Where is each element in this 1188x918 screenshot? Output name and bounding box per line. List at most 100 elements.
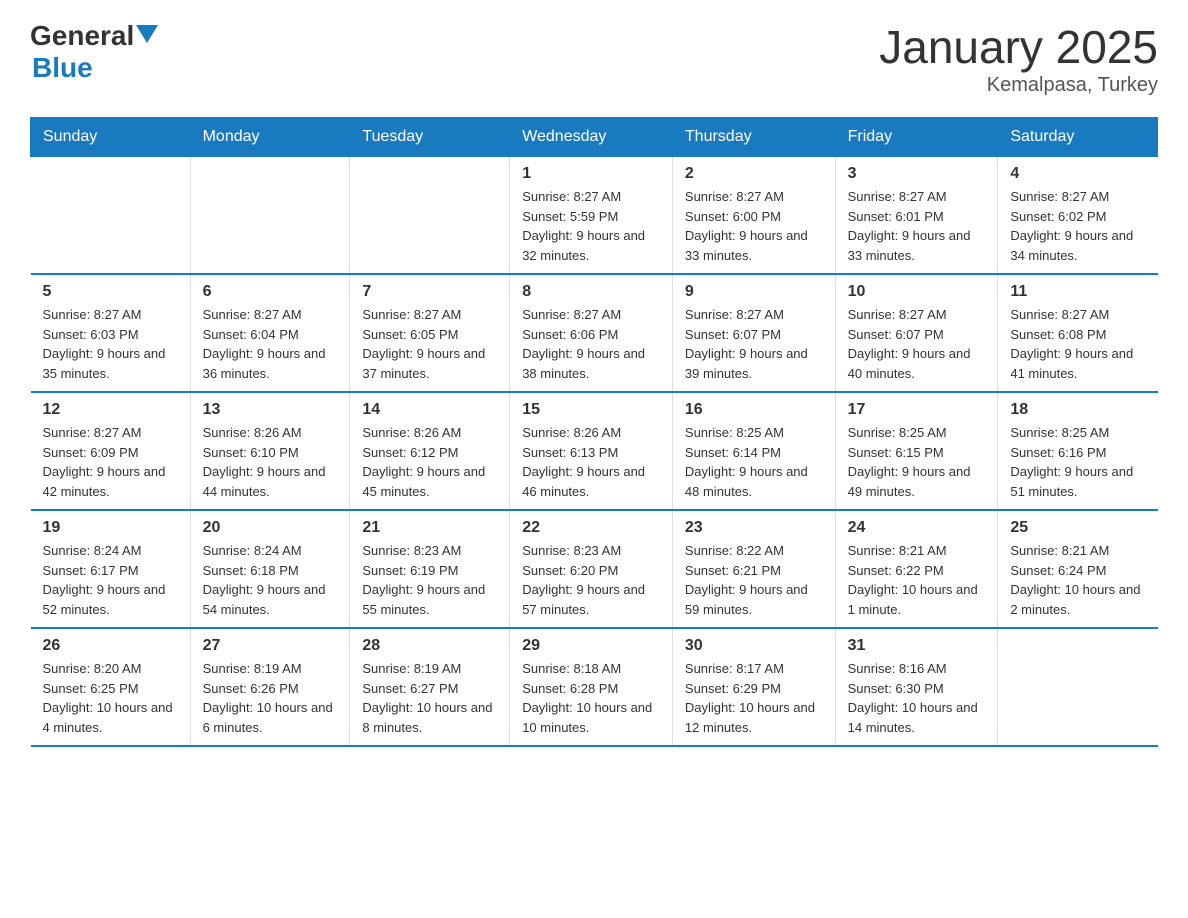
calendar-cell: 10Sunrise: 8:27 AM Sunset: 6:07 PM Dayli… — [835, 274, 998, 392]
day-info: Sunrise: 8:24 AM Sunset: 6:17 PM Dayligh… — [43, 541, 178, 619]
calendar-cell — [998, 628, 1158, 746]
day-number: 29 — [522, 637, 660, 655]
day-info: Sunrise: 8:19 AM Sunset: 6:26 PM Dayligh… — [203, 659, 338, 737]
calendar-cell — [31, 157, 191, 275]
calendar-header-day: Tuesday — [350, 118, 510, 157]
day-number: 10 — [848, 283, 986, 301]
calendar-cell: 13 Sunrise: 8:26 AM Sunset: 6:10 PM Dayli… — [190, 392, 350, 510]
day-info: Sunrise: 8:27 AM Sunset: 6:06 PM Dayligh… — [522, 305, 660, 383]
location-title: Kemalpasa, Turkey — [879, 74, 1158, 97]
logo: General Blue — [30, 20, 158, 84]
calendar-cell: 23 Sunrise: 8:22 AM Sunset: 6:21 PM Dayli… — [672, 510, 835, 628]
day-info: Sunrise: 8:27 AM Sunset: 6:07 PM Dayligh… — [685, 305, 823, 383]
day-info: Sunrise: 8:23 AM Sunset: 6:19 PM Dayligh… — [362, 541, 497, 619]
day-info: Sunrise: 8:22 AM Sunset: 6:21 PM Dayligh… — [685, 541, 823, 619]
day-number: 6 — [203, 283, 338, 301]
day-number: 9 — [685, 283, 823, 301]
day-info: Sunrise: 8:19 AM Sunset: 6:27 PM Dayligh… — [362, 659, 497, 737]
calendar-week-row: 26 Sunrise: 8:20 AM Sunset: 6:25 PM Dayli… — [31, 628, 1158, 746]
day-number: 2 — [685, 165, 823, 183]
day-number: 19 — [43, 519, 178, 537]
calendar-cell: 16Sunrise: 8:25 AM Sunset: 6:14 PM Dayli… — [672, 392, 835, 510]
calendar-cell: 8 Sunrise: 8:27 AM Sunset: 6:06 PM Daylig… — [510, 274, 673, 392]
day-info: Sunrise: 8:27 AM Sunset: 6:08 PM Dayligh… — [1010, 305, 1145, 383]
day-info: Sunrise: 8:21 AM Sunset: 6:22 PM Dayligh… — [848, 541, 986, 619]
calendar-cell: 6 Sunrise: 8:27 AM Sunset: 6:04 PM Daylig… — [190, 274, 350, 392]
calendar-header-day: Monday — [190, 118, 350, 157]
calendar-week-row: 1 Sunrise: 8:27 AM Sunset: 5:59 PM Daylig… — [31, 157, 1158, 275]
day-number: 12 — [43, 401, 178, 419]
day-number: 25 — [1010, 519, 1145, 537]
day-number: 4 — [1010, 165, 1145, 183]
day-info: Sunrise: 8:25 AM Sunset: 6:14 PM Dayligh… — [685, 423, 823, 501]
day-number: 8 — [522, 283, 660, 301]
calendar-week-row: 5Sunrise: 8:27 AM Sunset: 6:03 PM Daylig… — [31, 274, 1158, 392]
day-info: Sunrise: 8:27 AM Sunset: 6:01 PM Dayligh… — [848, 187, 986, 265]
calendar-cell: 18 Sunrise: 8:25 AM Sunset: 6:16 PM Dayli… — [998, 392, 1158, 510]
day-info: Sunrise: 8:26 AM Sunset: 6:12 PM Dayligh… — [362, 423, 497, 501]
day-info: Sunrise: 8:23 AM Sunset: 6:20 PM Dayligh… — [522, 541, 660, 619]
calendar-cell: 14 Sunrise: 8:26 AM Sunset: 6:12 PM Dayli… — [350, 392, 510, 510]
calendar-cell: 9 Sunrise: 8:27 AM Sunset: 6:07 PM Daylig… — [672, 274, 835, 392]
day-number: 22 — [522, 519, 660, 537]
calendar-cell: 15 Sunrise: 8:26 AM Sunset: 6:13 PM Dayli… — [510, 392, 673, 510]
day-info: Sunrise: 8:26 AM Sunset: 6:13 PM Dayligh… — [522, 423, 660, 501]
calendar-cell: 28Sunrise: 8:19 AM Sunset: 6:27 PM Dayli… — [350, 628, 510, 746]
day-number: 3 — [848, 165, 986, 183]
day-info: Sunrise: 8:27 AM Sunset: 6:09 PM Dayligh… — [43, 423, 178, 501]
logo-text-general: General — [30, 20, 134, 52]
day-info: Sunrise: 8:27 AM Sunset: 6:04 PM Dayligh… — [203, 305, 338, 383]
day-number: 5 — [43, 283, 178, 301]
day-number: 18 — [1010, 401, 1145, 419]
day-info: Sunrise: 8:27 AM Sunset: 6:02 PM Dayligh… — [1010, 187, 1145, 265]
calendar-cell: 26 Sunrise: 8:20 AM Sunset: 6:25 PM Dayli… — [31, 628, 191, 746]
calendar-cell: 3 Sunrise: 8:27 AM Sunset: 6:01 PM Daylig… — [835, 157, 998, 275]
day-number: 17 — [848, 401, 986, 419]
day-info: Sunrise: 8:16 AM Sunset: 6:30 PM Dayligh… — [848, 659, 986, 737]
calendar-cell — [350, 157, 510, 275]
calendar-cell — [190, 157, 350, 275]
day-info: Sunrise: 8:27 AM Sunset: 5:59 PM Dayligh… — [522, 187, 660, 265]
month-title: January 2025 — [879, 20, 1158, 74]
calendar-week-row: 12 Sunrise: 8:27 AM Sunset: 6:09 PM Dayli… — [31, 392, 1158, 510]
calendar-cell: 22 Sunrise: 8:23 AM Sunset: 6:20 PM Dayli… — [510, 510, 673, 628]
calendar-header-day: Sunday — [31, 118, 191, 157]
calendar-cell: 25 Sunrise: 8:21 AM Sunset: 6:24 PM Dayli… — [998, 510, 1158, 628]
day-info: Sunrise: 8:27 AM Sunset: 6:00 PM Dayligh… — [685, 187, 823, 265]
day-info: Sunrise: 8:26 AM Sunset: 6:10 PM Dayligh… — [203, 423, 338, 501]
day-info: Sunrise: 8:27 AM Sunset: 6:05 PM Dayligh… — [362, 305, 497, 383]
calendar-week-row: 19 Sunrise: 8:24 AM Sunset: 6:17 PM Dayli… — [31, 510, 1158, 628]
day-number: 13 — [203, 401, 338, 419]
day-number: 11 — [1010, 283, 1145, 301]
day-number: 26 — [43, 637, 178, 655]
calendar-cell: 21Sunrise: 8:23 AM Sunset: 6:19 PM Dayli… — [350, 510, 510, 628]
calendar-header-row: SundayMondayTuesdayWednesdayThursdayFrid… — [31, 118, 1158, 157]
day-number: 15 — [522, 401, 660, 419]
calendar-cell: 7 Sunrise: 8:27 AM Sunset: 6:05 PM Daylig… — [350, 274, 510, 392]
calendar-header-day: Saturday — [998, 118, 1158, 157]
calendar-cell: 29 Sunrise: 8:18 AM Sunset: 6:28 PM Dayli… — [510, 628, 673, 746]
day-number: 30 — [685, 637, 823, 655]
day-number: 24 — [848, 519, 986, 537]
calendar-cell: 5Sunrise: 8:27 AM Sunset: 6:03 PM Daylig… — [31, 274, 191, 392]
day-number: 1 — [522, 165, 660, 183]
day-info: Sunrise: 8:20 AM Sunset: 6:25 PM Dayligh… — [43, 659, 178, 737]
calendar-cell: 2 Sunrise: 8:27 AM Sunset: 6:00 PM Daylig… — [672, 157, 835, 275]
logo-arrow-icon — [136, 25, 158, 47]
day-number: 7 — [362, 283, 497, 301]
day-info: Sunrise: 8:17 AM Sunset: 6:29 PM Dayligh… — [685, 659, 823, 737]
calendar-cell: 1 Sunrise: 8:27 AM Sunset: 5:59 PM Daylig… — [510, 157, 673, 275]
day-info: Sunrise: 8:21 AM Sunset: 6:24 PM Dayligh… — [1010, 541, 1145, 619]
calendar-cell: 19 Sunrise: 8:24 AM Sunset: 6:17 PM Dayli… — [31, 510, 191, 628]
day-number: 23 — [685, 519, 823, 537]
page-header: General Blue January 2025 Kemalpasa, Tur… — [30, 20, 1158, 97]
calendar-header-day: Friday — [835, 118, 998, 157]
day-number: 27 — [203, 637, 338, 655]
logo-text-blue: Blue — [32, 52, 93, 83]
day-info: Sunrise: 8:25 AM Sunset: 6:16 PM Dayligh… — [1010, 423, 1145, 501]
day-info: Sunrise: 8:24 AM Sunset: 6:18 PM Dayligh… — [203, 541, 338, 619]
calendar-cell: 17Sunrise: 8:25 AM Sunset: 6:15 PM Dayli… — [835, 392, 998, 510]
day-number: 14 — [362, 401, 497, 419]
day-info: Sunrise: 8:18 AM Sunset: 6:28 PM Dayligh… — [522, 659, 660, 737]
calendar-cell: 30 Sunrise: 8:17 AM Sunset: 6:29 PM Dayli… — [672, 628, 835, 746]
